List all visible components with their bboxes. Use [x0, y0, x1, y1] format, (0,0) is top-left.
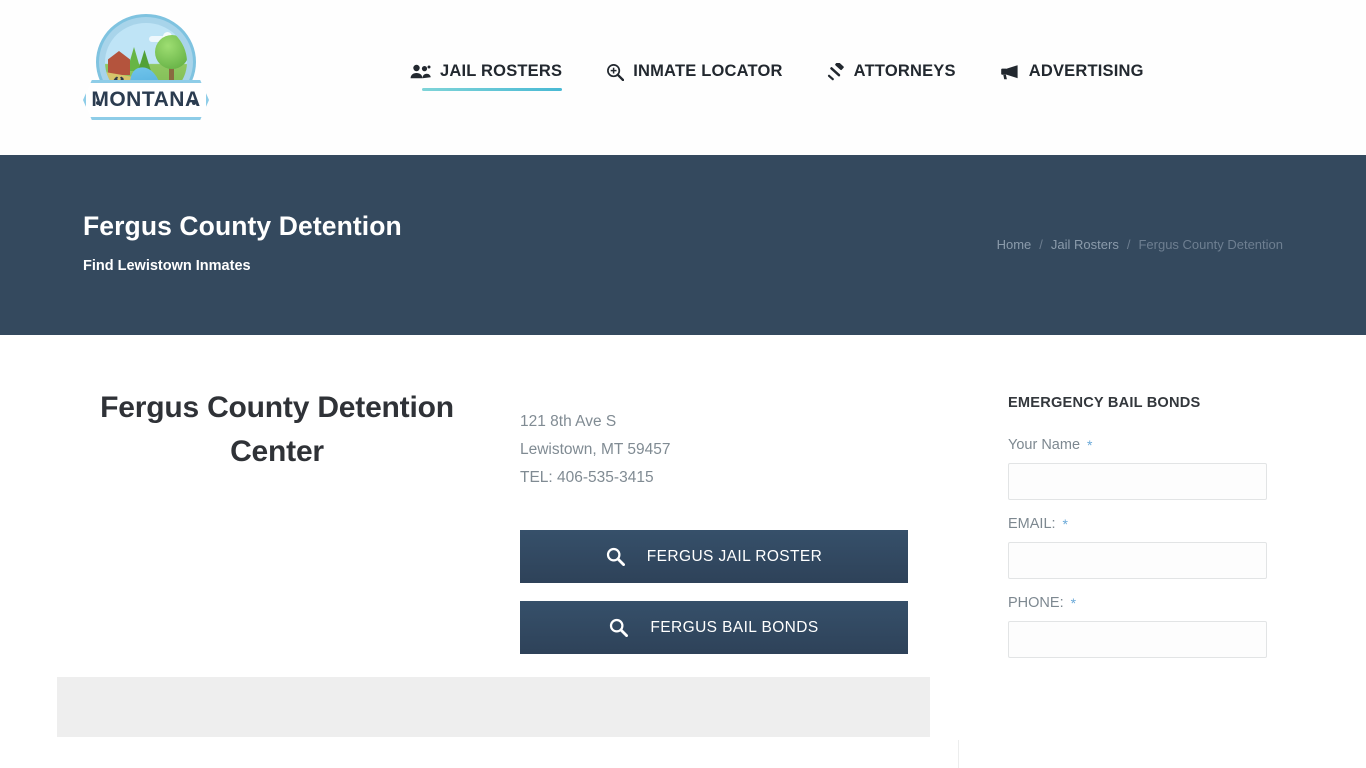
required-marker: *	[1070, 595, 1077, 611]
nav-label: ATTORNEYS	[853, 62, 956, 80]
label-text: PHONE:	[1008, 595, 1064, 611]
breadcrumb-separator: /	[1039, 237, 1043, 252]
facility-details-column: 121 8th Ave S Lewistown, MT 59457 TEL: 4…	[520, 408, 910, 672]
breadcrumb: Home / Jail Rosters / Fergus County Dete…	[997, 237, 1283, 252]
your-name-label: Your Name *	[1008, 437, 1268, 453]
site-logo[interactable]: ⚒ MONTANA	[83, 12, 209, 122]
address-phone: TEL: 406-535-3415	[520, 469, 654, 486]
main-content: Fergus County Detention Center 121 8th A…	[0, 335, 1366, 768]
emergency-bail-bonds-form: EMERGENCY BAIL BONDS Your Name * EMAIL: …	[1008, 395, 1268, 674]
nav-item-attorneys[interactable]: ATTORNEYS	[827, 62, 978, 81]
breadcrumb-jail-rosters[interactable]: Jail Rosters	[1051, 237, 1119, 252]
gavel-icon	[827, 62, 845, 81]
page-hero-banner: Fergus County Detention Find Lewistown I…	[0, 155, 1366, 335]
nav-item-jail-rosters[interactable]: JAIL ROSTERS	[410, 62, 584, 91]
email-label: EMAIL: *	[1008, 516, 1268, 532]
label-text: EMAIL:	[1008, 516, 1056, 532]
field-your-name: Your Name *	[1008, 437, 1268, 500]
facility-name: Fergus County Detention Center	[100, 391, 454, 468]
button-label: FERGUS BAIL BONDS	[650, 618, 819, 636]
fergus-bail-bonds-button[interactable]: FERGUS BAIL BONDS	[520, 601, 908, 654]
phone-input[interactable]	[1008, 621, 1267, 658]
action-buttons: FERGUS JAIL ROSTER FERGUS BAIL BONDS	[520, 530, 910, 654]
required-marker: *	[1087, 437, 1093, 453]
breadcrumb-current: Fergus County Detention	[1138, 237, 1283, 252]
logo-ribbon: MONTANA	[83, 80, 209, 120]
logo-ribbon-text: MONTANA	[91, 88, 201, 111]
nav-label: JAIL ROSTERS	[440, 62, 563, 80]
main-navigation: JAIL ROSTERS INMATE LOCATOR ATTORNEYS AD…	[410, 62, 1144, 91]
breadcrumb-home[interactable]: Home	[997, 237, 1032, 252]
search-icon	[609, 618, 629, 637]
sidebar-form-title: EMERGENCY BAIL BONDS	[1008, 395, 1201, 411]
nav-item-inmate-locator[interactable]: INMATE LOCATOR	[606, 62, 804, 81]
fergus-jail-roster-button[interactable]: FERGUS JAIL ROSTER	[520, 530, 908, 583]
label-text: Your Name	[1008, 437, 1081, 453]
column-divider	[958, 740, 959, 768]
address-street: 121 8th Ave S	[520, 413, 617, 430]
page-title: Fergus County Detention	[83, 211, 402, 241]
search-icon	[606, 547, 625, 566]
content-placeholder-block	[57, 677, 930, 737]
phone-label: PHONE: *	[1008, 595, 1268, 611]
site-header: ⚒ MONTANA JAIL ROSTERS	[0, 0, 1366, 155]
nav-label: INMATE LOCATOR	[633, 62, 783, 80]
field-email: EMAIL: *	[1008, 516, 1268, 579]
button-label: FERGUS JAIL ROSTER	[646, 547, 823, 565]
page-subtitle: Find Lewistown Inmates	[83, 258, 251, 274]
your-name-input[interactable]	[1008, 463, 1267, 500]
search-plus-icon	[606, 63, 625, 81]
bullhorn-icon	[1000, 64, 1020, 80]
breadcrumb-separator: /	[1126, 237, 1131, 252]
field-phone: PHONE: *	[1008, 595, 1268, 658]
required-marker: *	[1062, 516, 1068, 532]
facility-title-column: Fergus County Detention Center	[57, 386, 497, 474]
email-input[interactable]	[1008, 542, 1267, 579]
nav-label: ADVERTISING	[1028, 62, 1144, 80]
address-city-state-zip: Lewistown, MT 59457	[520, 441, 671, 458]
users-icon	[410, 64, 431, 79]
nav-item-advertising[interactable]: ADVERTISING	[1000, 62, 1144, 81]
